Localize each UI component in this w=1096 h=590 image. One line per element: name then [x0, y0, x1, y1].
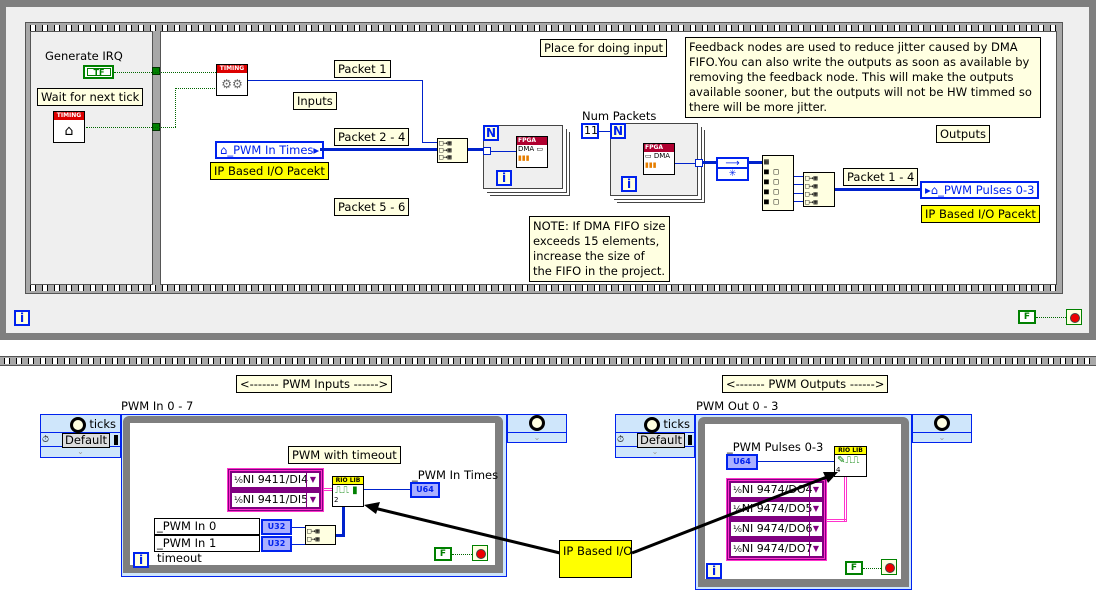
ip-based-io-label: IP Based I/O	[559, 540, 632, 578]
annotation-arrows	[364, 472, 838, 555]
arrowhead-input	[364, 502, 380, 514]
arrow-to-output-node	[631, 473, 833, 555]
arrow-to-input-node	[369, 505, 561, 555]
